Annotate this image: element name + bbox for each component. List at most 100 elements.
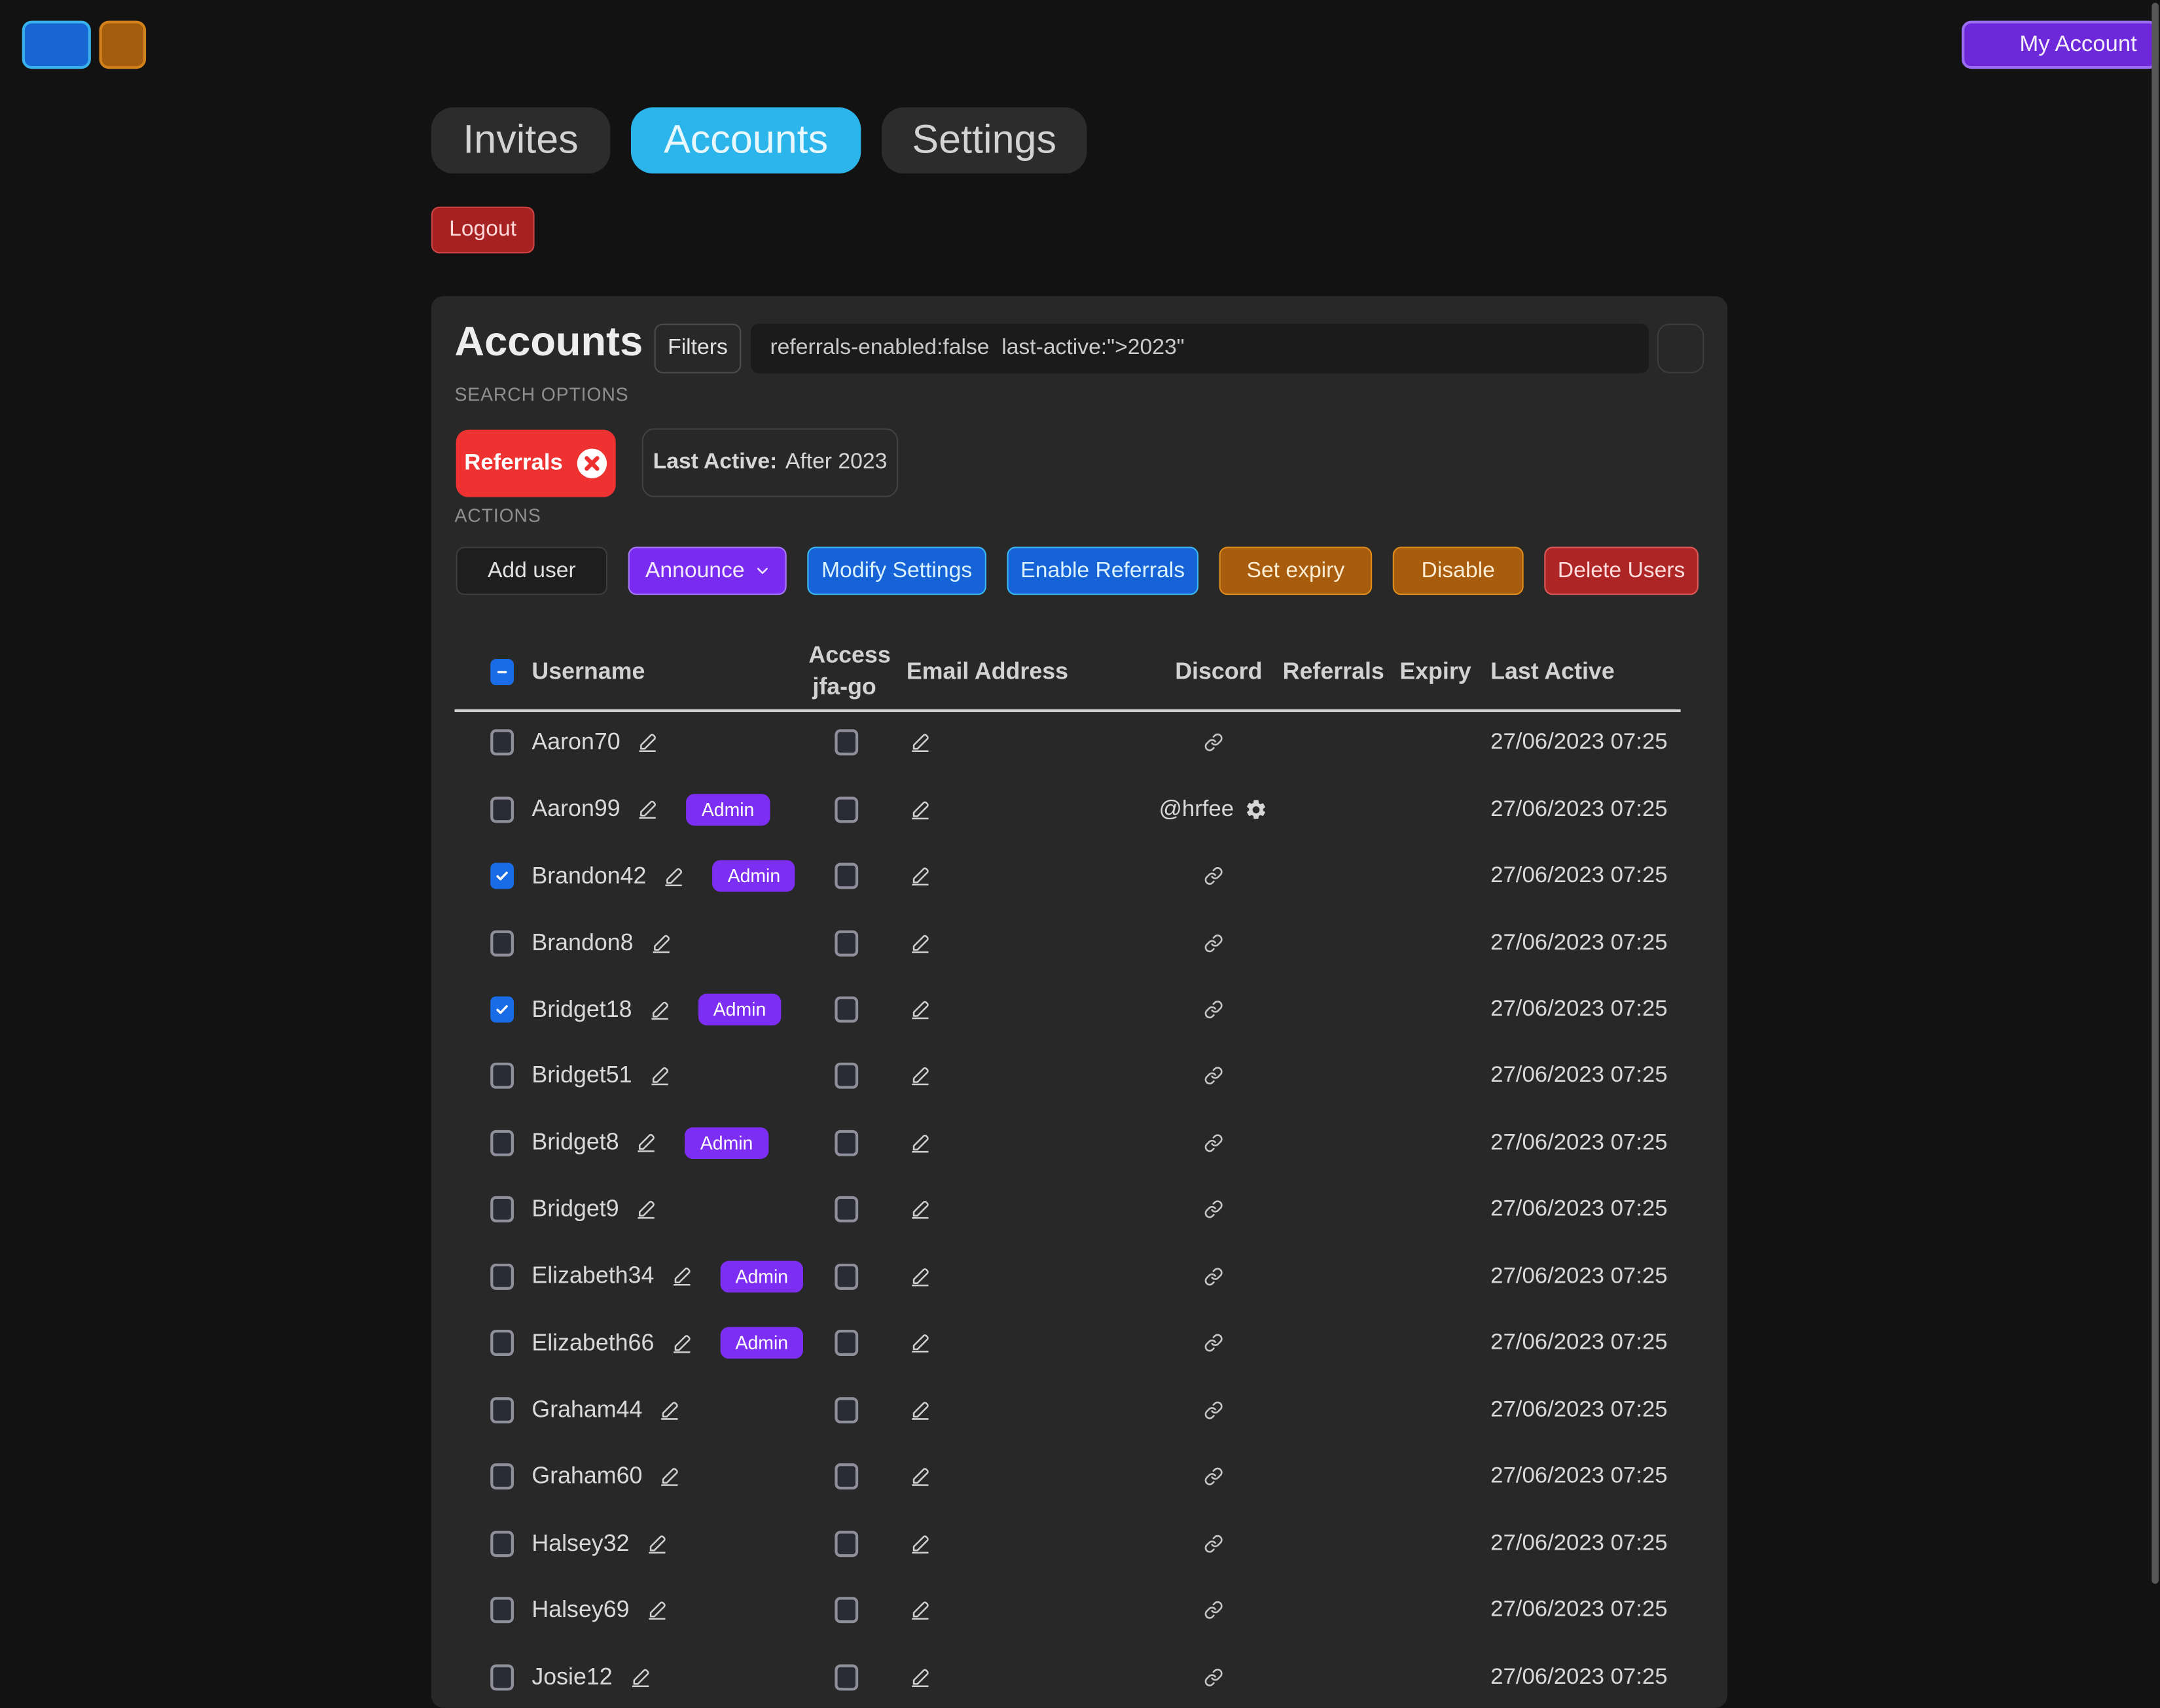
edit-username-icon[interactable]	[650, 932, 672, 954]
access-jfa-go-checkbox[interactable]	[835, 863, 858, 889]
row-select-checkbox[interactable]	[490, 1264, 514, 1290]
row-select-checkbox[interactable]	[490, 1397, 514, 1423]
action-announce-button[interactable]: Announce	[628, 547, 787, 596]
row-select-checkbox[interactable]	[490, 1530, 514, 1556]
access-jfa-go-checkbox[interactable]	[835, 930, 858, 956]
username-text: Halsey32	[531, 1529, 629, 1557]
edit-username-icon[interactable]	[659, 1399, 681, 1421]
row-select-checkbox[interactable]	[490, 796, 514, 823]
discord-link-icon[interactable]	[1204, 1200, 1223, 1219]
row-select-checkbox[interactable]	[490, 997, 514, 1023]
action-enable-referrals-button[interactable]: Enable Referrals	[1007, 547, 1198, 596]
row-select-checkbox[interactable]	[490, 730, 514, 756]
edit-username-icon[interactable]	[629, 1666, 651, 1688]
edit-username-icon[interactable]	[671, 1266, 693, 1288]
email-cell	[909, 1065, 931, 1088]
email-cell	[909, 865, 931, 887]
tab-accounts[interactable]: Accounts	[631, 107, 861, 173]
access-jfa-go-checkbox[interactable]	[835, 1664, 858, 1690]
logout-button[interactable]: Logout	[431, 207, 535, 254]
discord-link-icon[interactable]	[1204, 1534, 1223, 1553]
edit-email-icon[interactable]	[909, 1266, 931, 1288]
discord-link-icon[interactable]	[1204, 866, 1223, 885]
edit-username-icon[interactable]	[637, 798, 659, 821]
action-disable-button[interactable]: Disable	[1393, 547, 1524, 596]
access-jfa-go-checkbox[interactable]	[835, 796, 858, 823]
row-select-checkbox[interactable]	[490, 1197, 514, 1223]
edit-email-icon[interactable]	[909, 1199, 931, 1221]
clear-search-button[interactable]	[1657, 324, 1704, 374]
action-delete-users-button[interactable]: Delete Users	[1544, 547, 1699, 596]
edit-email-icon[interactable]	[909, 999, 931, 1021]
edit-username-icon[interactable]	[649, 1065, 671, 1088]
row-select-checkbox[interactable]	[490, 1664, 514, 1690]
access-jfa-go-checkbox[interactable]	[835, 1063, 858, 1090]
discord-link-icon[interactable]	[1204, 1067, 1223, 1086]
edit-email-icon[interactable]	[909, 932, 931, 954]
discord-link-icon[interactable]	[1204, 1334, 1223, 1353]
access-jfa-go-checkbox[interactable]	[835, 997, 858, 1023]
row-select-checkbox[interactable]	[490, 1330, 514, 1357]
x-circle-icon[interactable]	[575, 446, 607, 480]
edit-username-icon[interactable]	[663, 865, 685, 887]
edit-username-icon[interactable]	[649, 999, 671, 1021]
my-account-button[interactable]: My Account	[1962, 21, 2159, 69]
edit-email-icon[interactable]	[909, 1399, 931, 1421]
edit-email-icon[interactable]	[909, 865, 931, 887]
edit-username-icon[interactable]	[646, 1599, 668, 1622]
access-jfa-go-checkbox[interactable]	[835, 1530, 858, 1556]
discord-link-icon[interactable]	[1204, 1667, 1223, 1686]
discord-link-icon[interactable]	[1204, 1467, 1223, 1486]
discord-link-icon[interactable]	[1204, 1133, 1223, 1152]
access-jfa-go-checkbox[interactable]	[835, 1397, 858, 1423]
action-add-user-button[interactable]: Add user	[456, 547, 608, 596]
edit-email-icon[interactable]	[909, 732, 931, 754]
edit-username-icon[interactable]	[671, 1332, 693, 1355]
edit-username-icon[interactable]	[637, 732, 659, 754]
edit-email-icon[interactable]	[909, 1533, 931, 1555]
edit-email-icon[interactable]	[909, 1666, 931, 1688]
row-select-checkbox[interactable]	[490, 863, 514, 889]
access-jfa-go-checkbox[interactable]	[835, 1264, 858, 1290]
row-select-checkbox[interactable]	[490, 1463, 514, 1489]
filter-chip-referrals[interactable]: Referrals	[456, 429, 616, 497]
discord-link-icon[interactable]	[1204, 1000, 1223, 1019]
action-modify-settings-button[interactable]: Modify Settings	[807, 547, 986, 596]
access-jfa-go-checkbox[interactable]	[835, 1330, 858, 1357]
discord-link-icon[interactable]	[1204, 1267, 1223, 1286]
discord-link-icon[interactable]	[1204, 733, 1223, 752]
row-select-checkbox[interactable]	[490, 1130, 514, 1156]
language-button[interactable]	[22, 21, 91, 69]
edit-username-icon[interactable]	[659, 1466, 681, 1488]
theme-toggle-button[interactable]	[99, 21, 147, 69]
discord-link-icon[interactable]	[1204, 933, 1223, 952]
action-set-expiry-button[interactable]: Set expiry	[1219, 547, 1373, 596]
edit-username-icon[interactable]	[646, 1533, 668, 1555]
discord-link-icon[interactable]	[1204, 1400, 1223, 1419]
edit-username-icon[interactable]	[636, 1132, 658, 1154]
username-text: Brandon8	[531, 929, 633, 957]
edit-email-icon[interactable]	[909, 1065, 931, 1088]
access-jfa-go-checkbox[interactable]	[835, 1597, 858, 1623]
tab-invites[interactable]: Invites	[431, 107, 611, 173]
access-jfa-go-checkbox[interactable]	[835, 730, 858, 756]
access-jfa-go-checkbox[interactable]	[835, 1463, 858, 1489]
select-all-checkbox[interactable]	[490, 658, 514, 685]
access-jfa-go-checkbox[interactable]	[835, 1197, 858, 1223]
tab-settings[interactable]: Settings	[882, 107, 1087, 173]
access-jfa-go-checkbox[interactable]	[835, 1130, 858, 1156]
edit-email-icon[interactable]	[909, 1132, 931, 1154]
page-scrollbar[interactable]	[2151, 3, 2158, 1584]
edit-email-icon[interactable]	[909, 1466, 931, 1488]
row-select-checkbox[interactable]	[490, 1063, 514, 1090]
discord-settings-icon[interactable]	[1245, 798, 1269, 821]
edit-email-icon[interactable]	[909, 1599, 931, 1622]
edit-email-icon[interactable]	[909, 1332, 931, 1355]
edit-username-icon[interactable]	[636, 1199, 658, 1221]
discord-link-icon[interactable]	[1204, 1601, 1223, 1620]
row-select-checkbox[interactable]	[490, 930, 514, 956]
row-select-checkbox[interactable]	[490, 1597, 514, 1623]
edit-email-icon[interactable]	[909, 798, 931, 821]
search-input[interactable]	[751, 324, 1649, 374]
filters-button[interactable]: Filters	[655, 324, 742, 374]
